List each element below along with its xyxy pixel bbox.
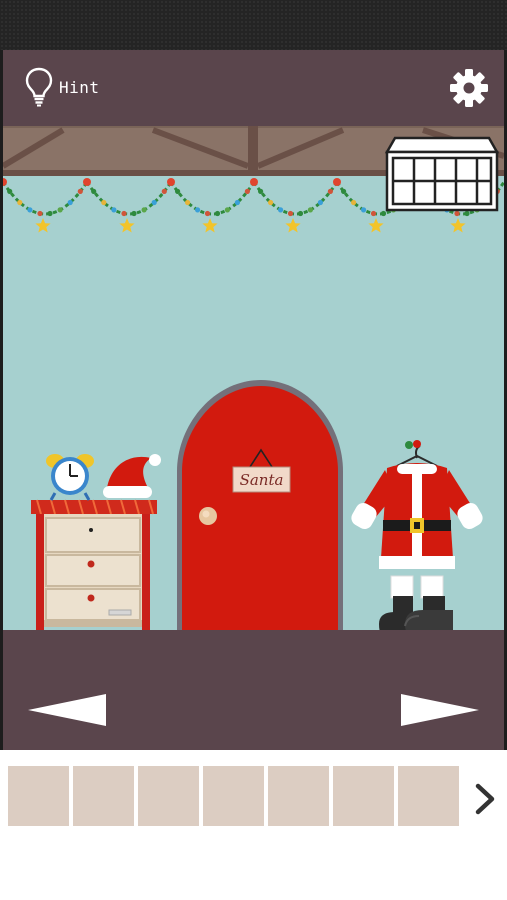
inventory-slot-4[interactable] — [203, 766, 264, 826]
inventory-slot-5[interactable] — [268, 766, 329, 826]
red-door[interactable] — [177, 380, 343, 630]
gear-icon[interactable] — [449, 68, 489, 108]
arrow-left-icon[interactable] — [28, 692, 108, 728]
garland-light — [141, 207, 147, 213]
chevron-right-icon[interactable] — [468, 782, 502, 816]
garland-light — [111, 207, 117, 213]
garland-light — [297, 210, 304, 217]
top-dark-band — [0, 0, 507, 50]
garland-bow — [83, 178, 91, 186]
keyhole-icon — [89, 528, 93, 532]
garland-light — [214, 210, 221, 217]
garland-light — [317, 199, 323, 206]
star-icon — [450, 218, 466, 233]
garland-light — [131, 210, 137, 217]
arrow-right-icon[interactable] — [399, 692, 479, 728]
garland-light — [464, 210, 470, 217]
lightbulb-icon — [25, 67, 53, 107]
garland-light — [161, 188, 167, 194]
garland-light — [234, 199, 240, 206]
inventory-slot-3[interactable] — [138, 766, 199, 826]
star-icon — [368, 218, 384, 233]
star-icon — [35, 218, 51, 233]
garland-light — [27, 207, 33, 213]
garland-light — [67, 199, 73, 206]
garland-light — [57, 207, 63, 213]
garland-light — [204, 210, 211, 217]
floor-nav-bar — [3, 630, 504, 750]
garland-light — [91, 188, 97, 194]
inventory-slot-2[interactable] — [73, 766, 134, 826]
drawer-top[interactable] — [45, 517, 141, 553]
nightstand[interactable] — [31, 499, 157, 630]
room-scene: Santa — [3, 126, 504, 630]
santa-suit[interactable] — [348, 440, 485, 569]
star-icon — [285, 218, 301, 233]
garland-light — [47, 210, 53, 217]
star-icon — [119, 218, 135, 233]
garland-light — [175, 188, 181, 194]
garland-light — [380, 210, 387, 217]
garland-light — [268, 199, 274, 206]
window[interactable] — [384, 136, 500, 212]
inventory-slot-6[interactable] — [333, 766, 394, 826]
garland-light — [121, 210, 127, 217]
garland-light — [17, 199, 23, 206]
garland-light — [361, 207, 367, 213]
garland-light — [327, 188, 333, 194]
garland-light — [101, 199, 107, 206]
santa-hat[interactable] — [103, 454, 161, 498]
inventory-bar — [0, 750, 507, 900]
garland-light — [224, 207, 230, 213]
garland-light — [185, 199, 191, 206]
drawer-middle[interactable] — [45, 554, 141, 587]
garland-light — [341, 188, 347, 194]
garland-light — [7, 188, 13, 194]
garland-light — [278, 207, 284, 213]
garland-light — [37, 210, 43, 217]
alarm-clock[interactable] — [46, 454, 94, 501]
garland-light — [454, 210, 460, 217]
garland-bow — [333, 178, 341, 186]
garland-light — [77, 188, 83, 194]
hint-button[interactable]: Hint — [25, 67, 115, 107]
inventory-slot-7[interactable] — [398, 766, 459, 826]
garland-light — [151, 199, 157, 206]
boots[interactable] — [379, 575, 453, 630]
garland-light — [287, 210, 294, 217]
top-bar: Hint — [3, 50, 504, 126]
garland-light — [351, 199, 357, 206]
hint-label: Hint — [59, 77, 100, 97]
garland-light — [307, 207, 313, 213]
garland-light — [244, 188, 250, 194]
garland-light — [195, 207, 201, 213]
inventory-slot-1[interactable] — [8, 766, 69, 826]
garland-bow — [250, 178, 258, 186]
garland-bow — [167, 178, 175, 186]
door-sign-label: Santa — [240, 471, 284, 489]
garland-light — [370, 210, 377, 217]
star-icon — [202, 218, 218, 233]
garland-light — [258, 188, 264, 194]
